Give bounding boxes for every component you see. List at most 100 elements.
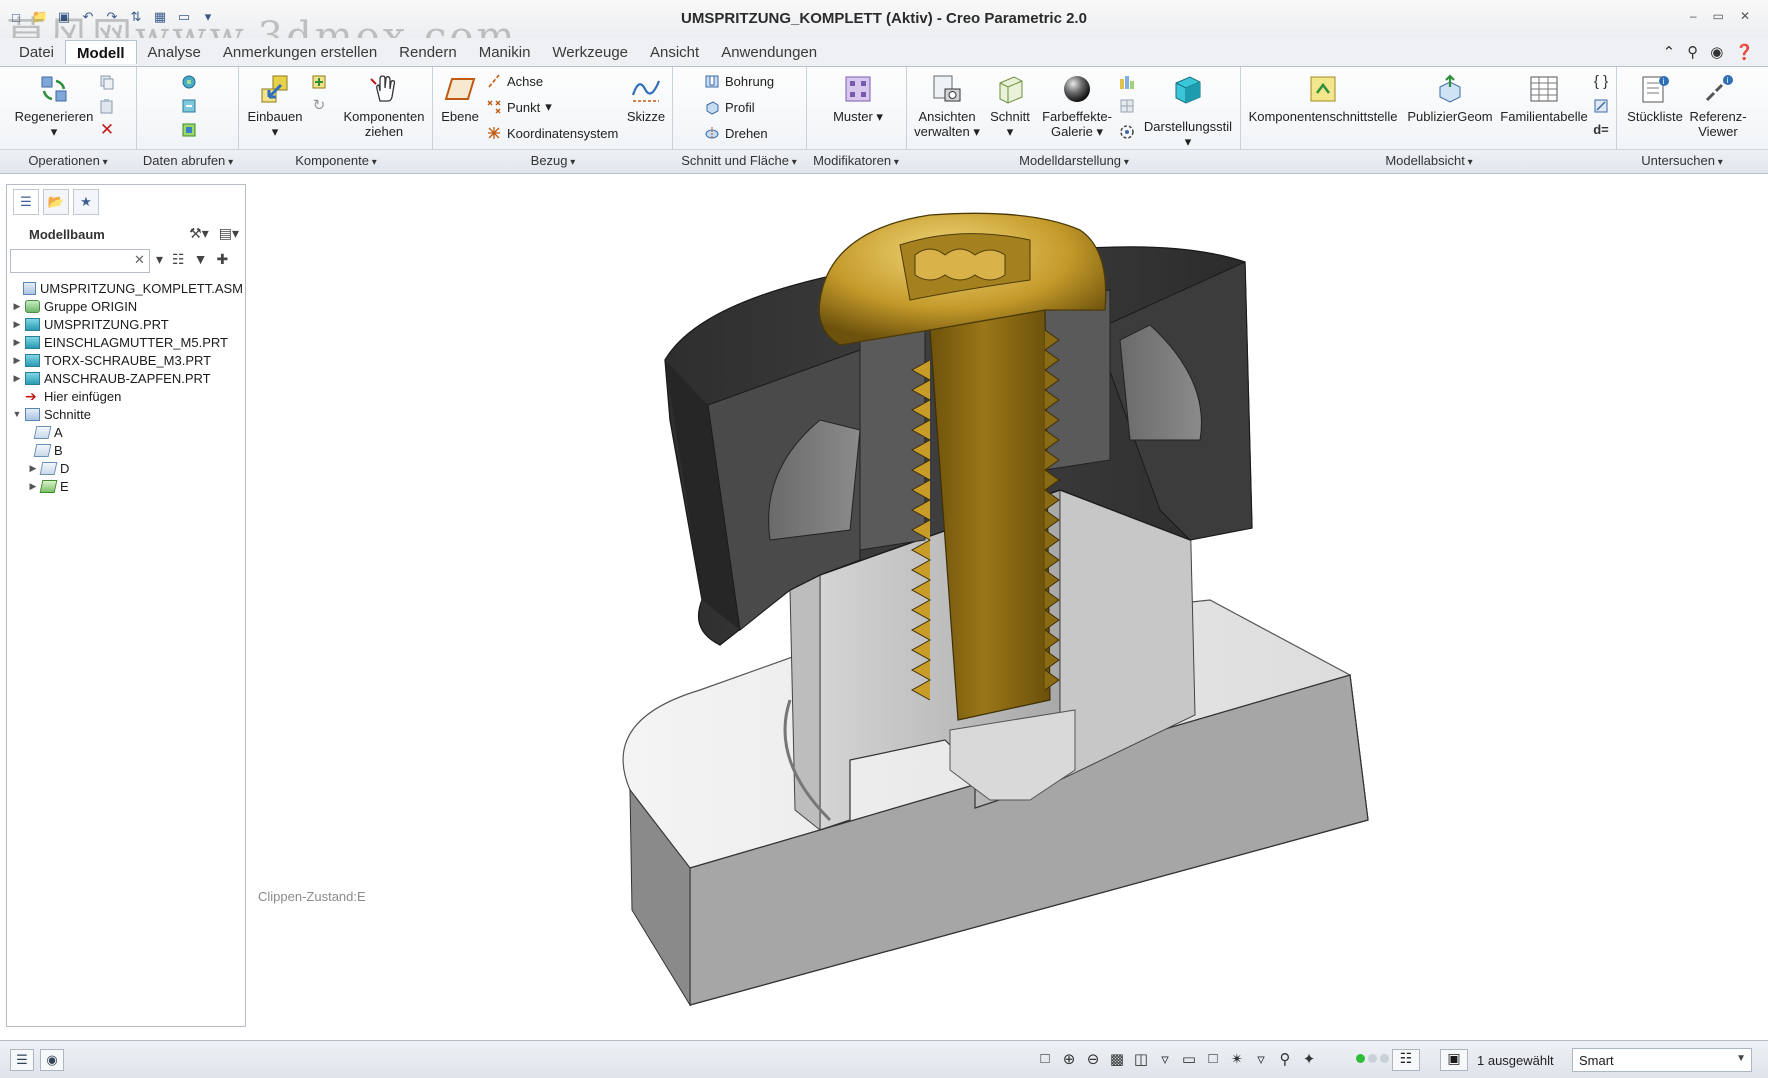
tree-settings-icon[interactable]: ⚒▾ [189,225,209,242]
bohrung-button[interactable]: Bohrung [704,73,774,89]
familientabelle-button[interactable]: Familientabelle [1496,73,1592,124]
refit-icon[interactable]: □ [1036,1050,1054,1068]
merge-icon[interactable] [180,97,198,115]
group-schnitt-und-flaeche[interactable]: Schnitt und Fläche [674,153,804,168]
muster-button[interactable]: Muster ▾ [822,73,894,124]
group-modelldarstellung[interactable]: Modelldarstellung [908,153,1240,168]
group-modifikatoren[interactable]: Modifikatoren [806,153,906,168]
display-style-settings-icon[interactable] [1118,123,1136,141]
tab-analyse[interactable]: Analyse [137,40,212,64]
zoom-out-icon[interactable]: ⊖ [1084,1050,1102,1068]
komponenten-ziehen-button[interactable]: Komponenten ziehen [340,73,428,139]
einbauen-button[interactable]: Einbauen ▾ [244,73,306,139]
tree-node-section-b[interactable]: B [11,441,243,459]
referenz-viewer-button[interactable]: i Referenz- Viewer [1686,73,1750,139]
regenerieren-button[interactable]: Regenerieren ▾ [14,73,94,139]
selection-filter-select[interactable]: Smart ▼ [1572,1048,1752,1072]
filter-icon[interactable]: ▼ [194,251,208,268]
skizze-button[interactable]: Skizze [622,73,670,124]
punkt-button[interactable]: Punkt ▾ [486,99,552,115]
expand-arrow-icon[interactable]: ▶ [11,355,23,366]
close-button[interactable]: ✕ [1740,9,1750,23]
repeat-icon[interactable]: ↻ [310,97,328,115]
help-icon[interactable]: ❓ [1735,43,1754,61]
clear-search-icon[interactable]: ✕ [134,252,145,268]
perspective-view-icon[interactable]: □ [1204,1050,1222,1068]
search-icon[interactable]: ⚲ [1687,43,1698,61]
tree-node-section-a[interactable]: A [11,423,243,441]
farbeffekte-galerie-button[interactable]: Farbeffekte- Galerie ▾ [1036,73,1118,139]
tree-show-icon[interactable]: ▤▾ [219,225,239,242]
expand-arrow-icon[interactable]: ▶ [11,319,23,330]
stueckliste-button[interactable]: i Stückliste [1620,73,1690,124]
copy-icon[interactable] [98,73,116,91]
tab-manikin[interactable]: Manikin [468,40,542,64]
group-modellabsicht[interactable]: Modellabsicht [1242,153,1616,168]
model-section-view[interactable] [248,178,1763,1038]
tree-node-insert-here[interactable]: ➔ Hier einfügen [11,387,243,405]
collapse-ribbon-icon[interactable]: ⌃ [1663,43,1676,61]
tree-node-part[interactable]: ▶ EINSCHLAGMUTTER_M5.PRT [11,333,243,351]
toggle-navigator-icon[interactable]: ☰ [10,1049,34,1071]
tab-datei[interactable]: Datei [8,40,65,64]
maximize-button[interactable]: ▭ [1713,9,1724,23]
collapse-arrow-icon[interactable]: ▼ [11,409,23,419]
tab-anmerkungen[interactable]: Anmerkungen erstellen [212,40,388,64]
tab-anwendungen[interactable]: Anwendungen [710,40,828,64]
publiziergeom-button[interactable]: PublizierGeom [1402,73,1498,124]
tree-node-part[interactable]: ▶ UMSPRITZUNG.PRT [11,315,243,333]
komponentenschnittstelle-button[interactable]: Komponentenschnittstelle [1246,73,1400,124]
annotation-display-icon[interactable]: ▿ [1252,1050,1270,1068]
tree-node-part[interactable]: ▶ ANSCHRAUB-ZAPFEN.PRT [11,369,243,387]
create-component-icon[interactable] [310,73,328,91]
tree-node-gruppe-origin[interactable]: ▶ Gruppe ORIGIN [11,297,243,315]
find-icon[interactable]: ☷ [172,251,185,268]
profil-button[interactable]: Profil [704,99,755,115]
favorites-tab-icon[interactable]: ★ [73,189,99,215]
add-column-icon[interactable]: ✚ [216,251,228,268]
ebene-button[interactable]: Ebene [438,73,482,124]
perspective-icon[interactable] [1118,97,1136,115]
group-untersuchen[interactable]: Untersuchen [1618,153,1746,168]
koordinatensystem-button[interactable]: Koordinatensystem [486,125,618,141]
graphics-window[interactable] [248,178,1763,1038]
delete-icon[interactable]: ✕ [98,121,116,139]
group-komponente[interactable]: Komponente [240,153,432,168]
tree-node-schnitte[interactable]: ▼ Schnitte [11,405,243,423]
community-icon[interactable]: ◉ [1710,43,1723,61]
zoom-in-icon[interactable]: ⊕ [1060,1050,1078,1068]
scenes-icon[interactable] [1118,73,1136,91]
tree-node-part[interactable]: ▶ TORX-SCHRAUBE_M3.PRT [11,351,243,369]
tree-node-section-e[interactable]: ▶ E [11,477,243,495]
group-daten-abrufen[interactable]: Daten abrufen [138,153,238,168]
spin-center-icon[interactable]: ⚲ [1276,1050,1294,1068]
switch-dimensions-icon[interactable]: d= [1592,121,1610,139]
expand-arrow-icon[interactable]: ▶ [11,301,23,312]
expand-arrow-icon[interactable]: ▶ [27,481,39,492]
ansichten-verwalten-button[interactable]: Ansichten verwalten ▾ [910,73,984,139]
toggle-browser-icon[interactable]: ◉ [40,1049,64,1071]
find-icon[interactable]: ☷ [1392,1049,1420,1071]
model-tree-tab-icon[interactable]: ☰ [13,189,39,215]
achse-button[interactable]: Achse [486,73,543,89]
search-dropdown-icon[interactable]: ▾ [156,251,163,268]
group-operationen[interactable]: Operationen [0,153,136,168]
expand-arrow-icon[interactable]: ▶ [27,463,39,474]
group-bezug[interactable]: Bezug [434,153,672,168]
view-manager-icon[interactable]: ▭ [1180,1050,1198,1068]
paste-icon[interactable] [98,97,116,115]
drehen-button[interactable]: Drehen [704,125,768,141]
schnitt-button[interactable]: Schnitt ▾ [986,73,1034,139]
saved-orientations-icon[interactable]: ▿ [1156,1050,1174,1068]
tree-node-assembly[interactable]: UMSPRITZUNG_KOMPLETT.ASM [11,279,243,297]
datum-display-icon[interactable]: ✴ [1228,1050,1246,1068]
expand-arrow-icon[interactable]: ▶ [11,337,23,348]
tree-search-input[interactable] [10,249,150,273]
tab-ansicht[interactable]: Ansicht [639,40,710,64]
repaint-icon[interactable]: ▩ [1108,1050,1126,1068]
minimize-button[interactable]: – [1690,9,1697,23]
explode-icon[interactable]: ✦ [1300,1050,1318,1068]
shrinkwrap-icon[interactable] [180,73,198,91]
expand-arrow-icon[interactable]: ▶ [11,373,23,384]
user-defined-feature-icon[interactable] [180,121,198,139]
